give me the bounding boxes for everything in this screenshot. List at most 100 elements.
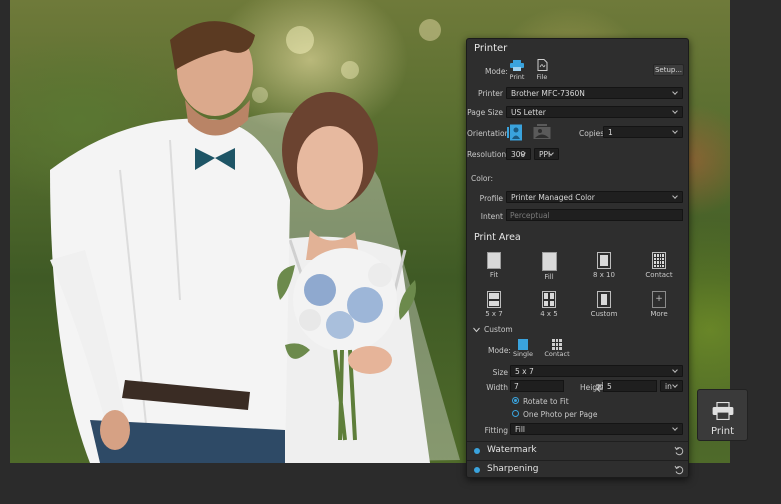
- chevron-down-icon: [673, 128, 679, 136]
- copies-label: Copies: [579, 129, 605, 138]
- copies-value: 1: [608, 128, 613, 137]
- reset-icon[interactable]: [674, 446, 684, 456]
- mode-single-label: Single: [513, 350, 533, 358]
- contact-sheet-icon: [652, 252, 666, 269]
- chevron-down-icon: [521, 150, 527, 158]
- rotate-to-fit-label: Rotate to Fit: [523, 397, 569, 406]
- resolution-select[interactable]: 300: [506, 148, 531, 160]
- watermark-enabled-dot[interactable]: [474, 448, 480, 454]
- size-value: 5 x 7: [515, 367, 534, 376]
- chevron-down-icon: [673, 382, 679, 390]
- mode-print-button[interactable]: Print: [507, 60, 527, 81]
- mode-print-label: Print: [509, 73, 525, 81]
- copies-select[interactable]: 1: [603, 126, 683, 138]
- printer-select[interactable]: Brother MFC-7360N: [506, 87, 683, 99]
- landscape-orientation-icon: [533, 124, 551, 139]
- profile-select[interactable]: Printer Managed Color: [506, 191, 683, 203]
- page-size-select[interactable]: US Letter: [506, 106, 683, 118]
- watermark-section[interactable]: Watermark: [467, 441, 688, 460]
- chevron-down-icon: [673, 108, 679, 116]
- one-photo-per-page-label: One Photo per Page: [523, 410, 598, 419]
- fitting-select[interactable]: Fill: [510, 423, 683, 435]
- chevron-down-icon: [473, 327, 480, 333]
- reset-icon[interactable]: [674, 465, 684, 475]
- resolution-label: Resolution: [467, 150, 507, 159]
- fill-icon: [541, 252, 557, 271]
- tile-5x7-label: 5 x 7: [485, 310, 503, 318]
- pdf-file-icon: [537, 59, 547, 71]
- custom-mode-label: Mode:: [488, 346, 511, 355]
- tile-8x10[interactable]: 8 x 10: [584, 252, 624, 279]
- height-label: Height: [580, 383, 605, 392]
- unit-value: in: [665, 382, 672, 391]
- tile-fit-label: Fit: [489, 271, 499, 279]
- printer-label: Printer: [478, 89, 503, 98]
- custom-size-icon: [597, 291, 611, 308]
- chevron-down-icon: [673, 89, 679, 97]
- profile-value: Printer Managed Color: [511, 193, 595, 202]
- size-label: Size: [492, 368, 508, 377]
- watermark-label: Watermark: [487, 445, 537, 455]
- sharpening-section[interactable]: Sharpening: [467, 460, 688, 477]
- mode-file-button[interactable]: File: [532, 59, 552, 81]
- size-select[interactable]: 5 x 7: [510, 365, 683, 377]
- single-photo-icon: [518, 339, 528, 350]
- orientation-label: Orientation: [467, 129, 510, 138]
- rotate-to-fit-radio[interactable]: [512, 397, 519, 404]
- page-size-label: Page Size: [467, 108, 503, 117]
- width-input[interactable]: 7: [510, 380, 564, 392]
- chevron-down-icon: [673, 425, 679, 433]
- intent-label: Intent: [480, 212, 503, 221]
- orientation-portrait-button[interactable]: [507, 124, 525, 141]
- mode-label: Mode:: [485, 67, 508, 76]
- tile-more-label: More: [650, 310, 668, 318]
- fitting-value: Fill: [515, 425, 526, 434]
- size-8x10-icon: [597, 252, 611, 269]
- sharpening-enabled-dot[interactable]: [474, 467, 480, 473]
- fit-icon: [487, 252, 501, 269]
- tile-fill-label: Fill: [544, 273, 554, 281]
- custom-disclosure[interactable]: Custom: [473, 325, 533, 335]
- chevron-down-icon: [549, 150, 555, 158]
- tile-custom[interactable]: Custom: [584, 291, 624, 318]
- custom-label: Custom: [484, 325, 513, 334]
- one-photo-per-page-radio[interactable]: [512, 410, 519, 417]
- intent-field: Perceptual: [506, 209, 683, 221]
- mode-contact-label: Contact: [544, 350, 570, 358]
- printer-value: Brother MFC-7360N: [511, 89, 585, 98]
- unit-select[interactable]: in: [660, 380, 683, 392]
- portrait-orientation-icon: [507, 124, 522, 141]
- tile-4x5[interactable]: 4 x 5: [529, 291, 569, 318]
- tile-more[interactable]: + More: [639, 291, 679, 318]
- tile-fill[interactable]: Fill: [529, 252, 569, 281]
- height-input[interactable]: 5: [603, 380, 657, 392]
- size-5x7-icon: [487, 291, 501, 308]
- fitting-label: Fitting: [484, 426, 508, 435]
- sharpening-label: Sharpening: [487, 464, 539, 474]
- mode-file-label: File: [536, 73, 548, 81]
- profile-label: Profile: [479, 194, 503, 203]
- plus-icon: +: [652, 291, 666, 308]
- printer-panel: Printer Mode: Print File Setup... Printe…: [466, 38, 689, 478]
- width-label: Width: [486, 383, 508, 392]
- printer-icon: [712, 402, 734, 420]
- mode-single-button[interactable]: Single: [511, 339, 535, 358]
- tile-contact[interactable]: Contact: [639, 252, 679, 279]
- print-area-title: Print Area: [474, 232, 521, 243]
- page-size-value: US Letter: [511, 108, 546, 117]
- tile-8x10-label: 8 x 10: [593, 271, 615, 279]
- tile-contact-label: Contact: [645, 271, 673, 279]
- mode-contact-button[interactable]: Contact: [543, 339, 571, 358]
- chevron-down-icon: [673, 193, 679, 201]
- tile-4x5-label: 4 x 5: [540, 310, 558, 318]
- setup-button[interactable]: Setup...: [653, 64, 684, 76]
- resolution-unit-select[interactable]: PPI: [534, 148, 559, 160]
- panel-title: Printer: [474, 43, 508, 54]
- tile-5x7[interactable]: 5 x 7: [474, 291, 514, 318]
- color-label: Color:: [471, 174, 493, 183]
- print-button[interactable]: Print: [697, 389, 748, 441]
- tile-fit[interactable]: Fit: [474, 252, 514, 279]
- chevron-down-icon: [673, 367, 679, 375]
- print-button-label: Print: [710, 426, 734, 437]
- orientation-landscape-button[interactable]: [533, 124, 551, 141]
